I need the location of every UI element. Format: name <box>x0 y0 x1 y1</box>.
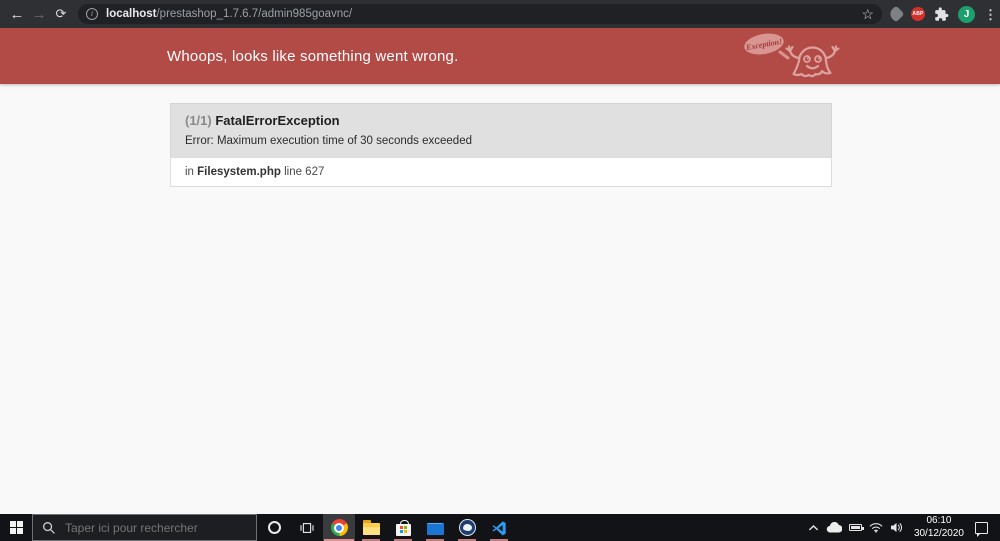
task-view-button[interactable] <box>291 514 323 541</box>
url-host: localhost <box>106 8 157 20</box>
clock-date: 30/12/2020 <box>913 527 964 539</box>
site-info-icon[interactable]: i <box>86 8 98 20</box>
vscode-icon <box>492 520 506 535</box>
cortana-icon <box>267 521 281 534</box>
tray-chevron-button[interactable] <box>808 524 819 532</box>
start-button[interactable] <box>0 514 32 541</box>
cortana-button[interactable] <box>257 514 291 541</box>
exception-index: (1/1) <box>185 113 212 128</box>
taskbar-vscode[interactable] <box>483 514 515 541</box>
battery-button[interactable] <box>848 524 864 531</box>
wifi-icon <box>869 523 883 533</box>
battery-icon <box>848 524 864 531</box>
clock-time: 06:10 <box>926 515 952 526</box>
system-tray: 06:10 30/12/2020 <box>808 514 1000 541</box>
forward-button[interactable]: → <box>28 3 50 25</box>
taskbar-chrome[interactable] <box>323 514 355 541</box>
volume-button[interactable] <box>890 522 903 533</box>
taskbar-mail[interactable] <box>419 514 451 541</box>
mail-icon <box>426 523 444 535</box>
exception-card: (1/1) FatalErrorException Error: Maximum… <box>170 84 832 187</box>
forward-icon: → <box>31 5 47 23</box>
blue-circle-app-icon <box>458 519 476 536</box>
browser-menu-icon[interactable]: ⋮ <box>984 8 997 21</box>
network-button[interactable] <box>869 522 883 533</box>
taskbar-clock[interactable]: 06:10 30/12/2020 <box>910 515 968 540</box>
page-content: (1/1) FatalErrorException Error: Maximum… <box>0 84 1000 514</box>
taskbar-search[interactable] <box>32 514 257 541</box>
onedrive-cloud-icon <box>826 522 842 533</box>
windows-icon <box>9 521 23 534</box>
taskbar-blue-circle-app[interactable] <box>451 514 483 541</box>
back-button[interactable]: ← <box>6 3 28 25</box>
exception-title: (1/1) FatalErrorException <box>185 113 817 128</box>
extensions-puzzle-icon[interactable] <box>934 6 949 22</box>
search-icon <box>43 522 55 534</box>
location-file: Filesystem.php <box>197 166 281 178</box>
url-path: /prestashop_1.7.6.7/admin985goavnc/ <box>156 8 353 20</box>
exception-message: Error: Maximum execution time of 30 seco… <box>185 135 472 147</box>
search-input[interactable] <box>65 520 245 535</box>
windows-taskbar: 06:10 30/12/2020 <box>0 514 1000 541</box>
tag-extension-icon[interactable] <box>887 5 905 23</box>
chevron-up-icon <box>808 524 819 530</box>
adblock-icon[interactable]: ABP <box>911 7 925 21</box>
address-bar[interactable]: i localhost/prestashop_1.7.6.7/admin985g… <box>78 4 882 24</box>
url-text[interactable]: localhost/prestashop_1.7.6.7/admin985goa… <box>106 8 861 20</box>
onedrive-button[interactable] <box>826 522 842 533</box>
action-center-button[interactable] <box>975 521 988 537</box>
taskbar-file-explorer[interactable] <box>355 514 387 541</box>
profile-avatar[interactable]: J <box>958 5 975 23</box>
action-center-icon <box>975 521 988 537</box>
microsoft-store-icon <box>395 519 411 536</box>
back-icon: ← <box>9 5 25 23</box>
file-explorer-icon <box>362 520 380 535</box>
exception-ghost-icon: Exception! <box>744 33 840 78</box>
reload-icon: ⟳ <box>55 6 67 21</box>
bookmark-star-icon[interactable]: ☆ <box>861 6 874 23</box>
volume-icon <box>890 522 902 533</box>
browser-toolbar: ← → ⟳ i localhost/prestashop_1.7.6.7/adm… <box>0 0 1000 28</box>
exception-header: (1/1) FatalErrorException Error: Maximum… <box>170 103 832 157</box>
toolbar-extensions: ABP J ⋮ <box>887 5 997 23</box>
location-line: line 627 <box>284 166 325 178</box>
location-prefix: in <box>185 166 194 178</box>
error-banner: Whoops, looks like something went wrong.… <box>0 28 1000 84</box>
reload-button[interactable]: ⟳ <box>50 3 72 25</box>
chrome-icon <box>330 519 348 536</box>
banner-title: Whoops, looks like something went wrong. <box>167 47 459 65</box>
task-view-icon <box>300 522 314 533</box>
taskbar-store[interactable] <box>387 514 419 541</box>
exception-location: in Filesystem.php line 627 <box>170 157 832 187</box>
exception-name: FatalErrorException <box>215 113 340 128</box>
